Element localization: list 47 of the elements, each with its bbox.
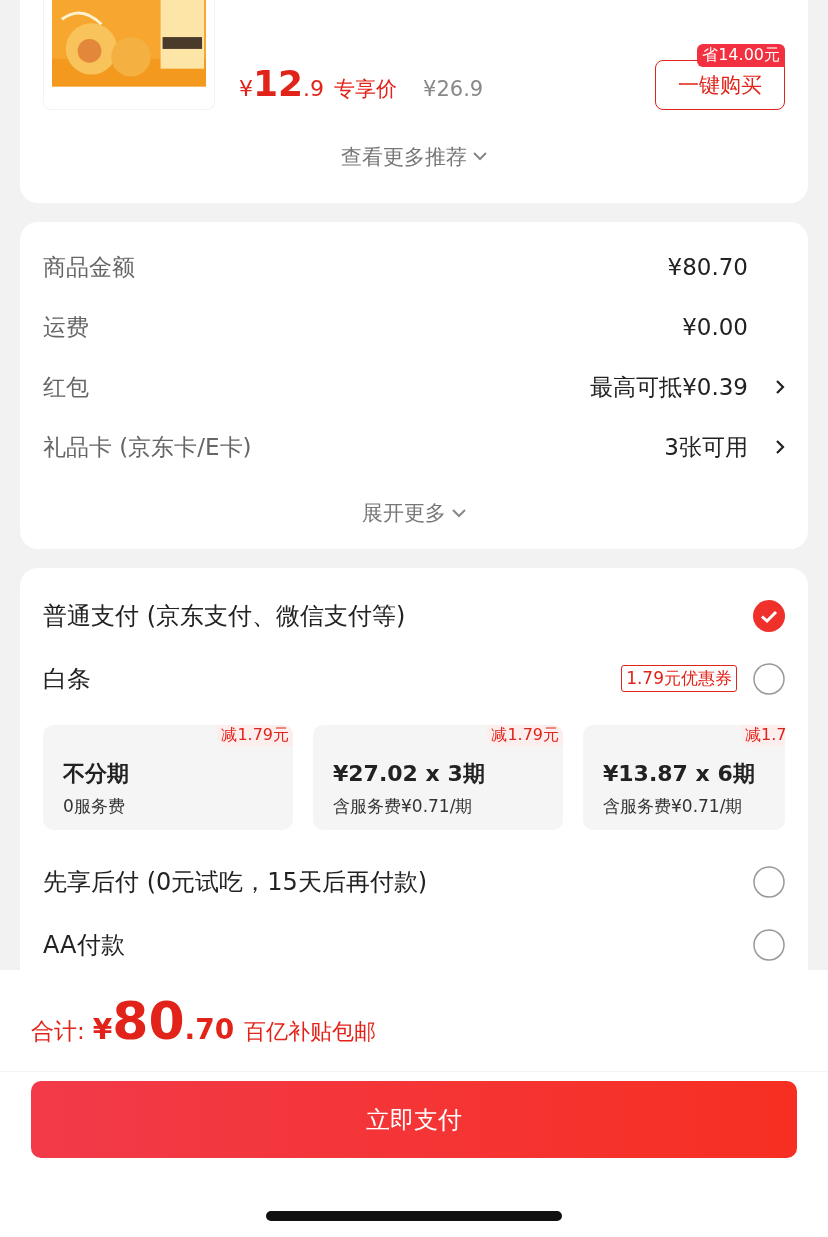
discount-tag: 减1.79元 <box>217 725 293 746</box>
summary-label: 礼品卡 (京东卡/E卡) <box>43 432 252 462</box>
radio-button[interactable] <box>753 928 785 961</box>
radio-checked[interactable] <box>753 599 785 632</box>
chevron-down-icon <box>473 152 487 161</box>
discount-tag: 减1.79元 <box>487 725 563 746</box>
summary-label: 红包 <box>43 372 89 402</box>
chevron-down-icon <box>452 508 466 518</box>
installment-fee: 含服务费¥0.71/期 <box>603 795 744 818</box>
radio-button[interactable] <box>753 662 785 695</box>
installment-card[interactable]: 减1.79元 ¥27.02 x 3期 含服务费¥0.71/期 <box>313 725 563 830</box>
more-recommendations-link[interactable]: 查看更多推荐 <box>341 142 487 171</box>
total-label: 合计: <box>31 1016 85 1046</box>
total-decimal: .70 <box>184 1012 235 1046</box>
installment-card[interactable]: 减1.79元 不分期 0服务费 <box>43 725 293 830</box>
shipping-note: 百亿补贴包邮 <box>244 1017 377 1046</box>
payment-method-label[interactable]: AA付款 <box>43 928 125 961</box>
price-label: 专享价 <box>334 76 398 103</box>
total-currency: ¥ <box>92 1012 113 1046</box>
coupon-tag: 1.79元优惠券 <box>621 665 737 692</box>
installment-title: ¥27.02 x 3期 <box>333 760 486 788</box>
installment-fee: 含服务费¥0.71/期 <box>333 795 474 818</box>
total-integer: 80 <box>112 990 185 1051</box>
price-decimal: .9 <box>303 76 325 101</box>
currency-sign: ¥ <box>239 76 253 101</box>
summary-label: 商品金额 <box>43 252 135 282</box>
installment-fee: 0服务费 <box>63 795 126 818</box>
original-price: ¥26.9 <box>423 77 484 101</box>
installment-title: ¥13.87 x 6期 <box>603 760 756 788</box>
summary-value: ¥0.00 <box>682 314 748 340</box>
summary-label: 运费 <box>43 312 89 342</box>
payment-method-label[interactable]: 先享后付 (0元试吃，15天后再付款) <box>43 865 428 898</box>
radio-button[interactable] <box>753 865 785 898</box>
chevron-right-icon[interactable] <box>775 439 785 455</box>
installment-card[interactable]: 减1.7 ¥13.87 x 6期 含服务费¥0.71/期 <box>583 725 785 830</box>
discount-tag: 减1.7 <box>741 725 785 746</box>
price-integer: 12 <box>253 63 304 104</box>
installment-title: 不分期 <box>63 760 130 788</box>
chevron-right-icon[interactable] <box>775 379 785 395</box>
summary-value[interactable]: 最高可抵¥0.39 <box>590 371 748 403</box>
expand-more-link[interactable]: 展开更多 <box>362 499 466 527</box>
summary-value[interactable]: 3张可用 <box>664 431 748 463</box>
pay-now-button[interactable]: 立即支付 <box>31 1081 797 1158</box>
summary-value: ¥80.70 <box>667 254 748 280</box>
payment-method-label[interactable]: 白条 <box>43 662 91 695</box>
payment-method-label[interactable]: 普通支付 (京东支付、微信支付等) <box>43 599 406 632</box>
savings-badge: 省14.00元 <box>697 44 785 67</box>
